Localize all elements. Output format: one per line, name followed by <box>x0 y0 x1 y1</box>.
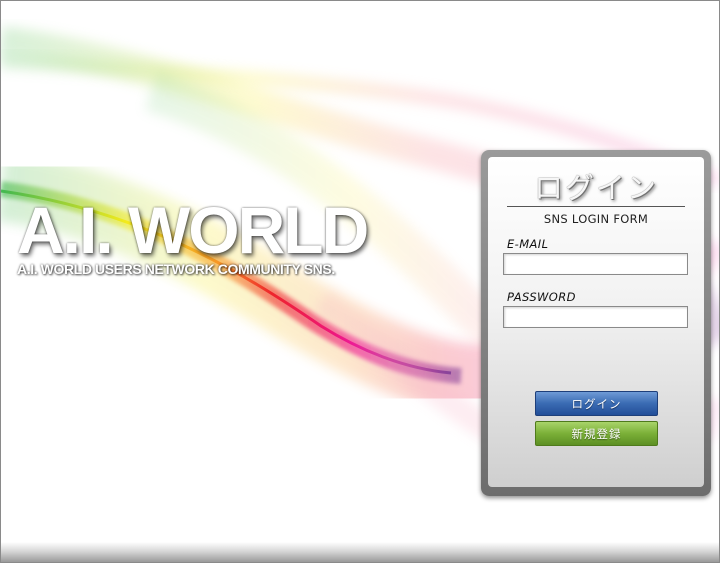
login-panel-title: ログイン <box>533 171 658 205</box>
footer-bar <box>1 542 719 562</box>
login-button[interactable]: ログイン <box>535 391 658 416</box>
login-panel: ログイン SNS LOGIN FORM E-MAIL PASSWORD ログイン… <box>481 150 711 496</box>
brand-subtitle: A.I. WORLD USERS NETWORK COMMUNITY SNS. <box>17 261 335 277</box>
login-page: A.I. WORLD A.I. WORLD USERS NETWORK COMM… <box>0 0 720 563</box>
email-label: E-MAIL <box>507 237 549 251</box>
brand-block: A.I. WORLD A.I. WORLD USERS NETWORK COMM… <box>17 193 369 277</box>
password-field[interactable] <box>503 306 688 328</box>
title-divider <box>507 206 685 207</box>
login-panel-subtitle: SNS LOGIN FORM <box>543 212 649 226</box>
login-panel-body: ログイン SNS LOGIN FORM E-MAIL PASSWORD ログイン… <box>488 157 704 487</box>
password-label: PASSWORD <box>507 290 576 304</box>
brand-title: A.I. WORLD <box>17 193 369 267</box>
register-button[interactable]: 新規登録 <box>535 421 658 446</box>
email-field[interactable] <box>503 253 688 275</box>
